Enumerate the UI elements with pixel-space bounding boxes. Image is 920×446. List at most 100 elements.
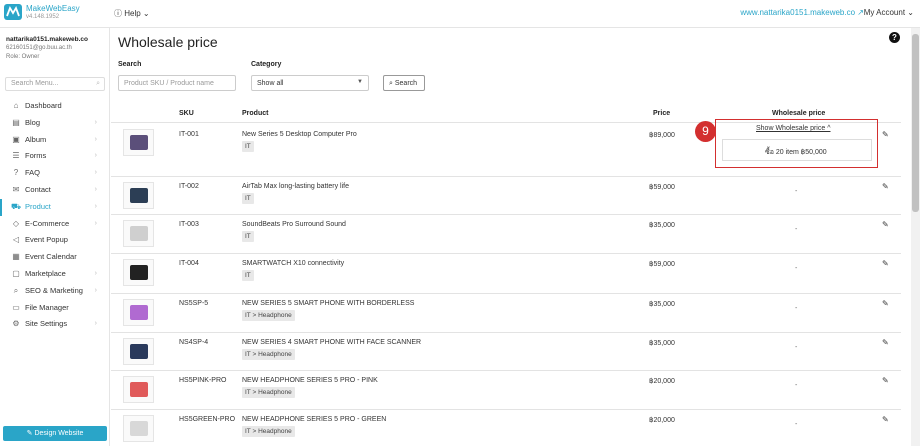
category-tag: IT	[242, 231, 254, 242]
sku-cell: IT-002	[179, 183, 199, 190]
makewebeasy-logo[interactable]	[4, 4, 22, 20]
wholesale-price-cell: -	[795, 344, 798, 351]
chevron-right-icon: ›	[94, 118, 97, 126]
table-row: IT-002 AirTab Max long-lasting battery li…	[111, 176, 901, 214]
wholesale-price-cell: -	[795, 421, 798, 428]
chevron-right-icon: ›	[94, 219, 97, 227]
product-thumbnail[interactable]	[123, 220, 154, 247]
sidebar-item-forms[interactable]: ☰ Forms ›	[0, 148, 110, 165]
edit-icon[interactable]: ✎	[882, 182, 889, 191]
sidebar-item-label: E-Commerce	[25, 218, 70, 228]
user-info: nattarika0151.makeweb.co 62160151@go.buu…	[0, 28, 109, 62]
edit-icon[interactable]: ✎	[882, 259, 889, 268]
document-icon: ▤	[12, 117, 20, 127]
chevron-down-icon: ⌄	[142, 9, 150, 18]
category-select-value: Show all	[257, 80, 284, 87]
sidebar-item-label: File Manager	[25, 302, 69, 312]
product-table: IT-001 New Series 5 Desktop Computer Pro I…	[111, 122, 901, 446]
product-thumbnail[interactable]	[123, 415, 154, 442]
edit-icon[interactable]: ✎	[882, 415, 889, 424]
product-thumbnail[interactable]	[123, 338, 154, 365]
search-menu-placeholder: Search Menu...	[11, 80, 59, 87]
search-button-label: Search	[394, 80, 418, 87]
sidebar-item-product[interactable]: ⛟ Product ›	[0, 198, 110, 216]
product-thumbnail[interactable]	[123, 259, 154, 286]
megaphone-icon: ◁	[12, 235, 20, 245]
category-label: Category	[251, 61, 282, 68]
site-url-link[interactable]: www.nattarika0151.makeweb.co ↗	[740, 8, 864, 17]
user-role: Role: Owner	[6, 54, 40, 60]
sidebar-item-event-popup[interactable]: ◁ Event Popup	[0, 232, 110, 249]
price-cell: ฿35,000	[649, 301, 675, 308]
wholesale-price-cell: -	[795, 265, 798, 272]
edit-icon[interactable]: ✎	[882, 376, 889, 385]
category-tag: IT > Headphone	[242, 426, 295, 437]
column-price: Price	[653, 110, 671, 117]
sidebar: nattarika0151.makeweb.co 62160151@go.buu…	[0, 28, 110, 446]
product-thumbnail[interactable]	[123, 129, 154, 156]
main-content: Wholesale price ? Search Product SKU / P…	[111, 28, 911, 446]
sidebar-item-label: Dashboard	[25, 101, 62, 110]
design-website-button[interactable]: ✎ Design Website	[3, 426, 107, 441]
chevron-right-icon: ›	[94, 169, 97, 177]
sidebar-item-blog[interactable]: ▤ Blog ›	[0, 115, 110, 132]
chevron-right-icon: ›	[94, 202, 97, 210]
sidebar-item-contact[interactable]: ✉ Contact ›	[0, 182, 110, 199]
product-thumbnail[interactable]	[123, 376, 154, 403]
account-menu[interactable]: My Account ⌄	[864, 8, 914, 17]
sidebar-item-site-settings[interactable]: ⚙ Site Settings ›	[0, 316, 110, 333]
product-thumbnail[interactable]	[123, 299, 154, 326]
sidebar-item-label: Event Calendar	[25, 252, 77, 262]
search-icon: ⌕	[13, 285, 19, 295]
question-circle-icon: ⓘ	[114, 9, 122, 18]
chevron-right-icon: ›	[94, 269, 97, 277]
sidebar-item-label: SEO & Marketing	[25, 285, 83, 295]
category-tag: IT > Headphone	[242, 387, 295, 398]
user-email: 62160151@go.buu.ac.th	[6, 45, 72, 51]
brush-icon: ✎	[26, 430, 33, 437]
chevron-right-icon: ›	[94, 185, 97, 193]
edit-icon[interactable]: ✎	[882, 299, 889, 308]
top-bar: MakeWebEasy v4.148.1952 ⓘ Help ⌄ www.nat…	[0, 0, 920, 28]
product-name-cell: NEW SERIES 5 SMART PHONE WITH BORDERLESS	[242, 300, 415, 307]
column-wholesale: Wholesale price	[772, 110, 826, 117]
search-icon: ⌕	[389, 80, 393, 87]
site-url-label: www.nattarika0151.makeweb.co	[740, 8, 856, 17]
show-wholesale-price-link[interactable]: Show Wholesale price ^	[756, 125, 830, 132]
scrollbar[interactable]	[911, 28, 920, 446]
sidebar-item-faq[interactable]: ? FAQ ›	[0, 165, 110, 182]
edit-icon[interactable]: ✎	[882, 338, 889, 347]
search-button[interactable]: ⌕ Search	[383, 75, 425, 91]
help-menu[interactable]: ⓘ Help ⌄	[114, 8, 150, 19]
sidebar-item-dashboard[interactable]: ⌂ Dashboard	[0, 98, 110, 115]
price-cell: ฿35,000	[649, 340, 675, 347]
sidebar-item-file-manager[interactable]: ▭ File Manager	[0, 300, 110, 317]
sidebar-item-label: Site Settings	[25, 319, 68, 329]
scrollbar-thumb[interactable]	[912, 34, 919, 212]
sku-cell: NS4SP-4	[179, 339, 209, 346]
sidebar-item-event-calendar[interactable]: ▦ Event Calendar	[0, 249, 110, 266]
bag-icon: ▢	[12, 268, 20, 278]
sidebar-item-album[interactable]: ▣ Album ›	[0, 132, 110, 149]
product-thumbnail[interactable]	[123, 182, 154, 209]
search-label: Search	[118, 61, 142, 68]
edit-icon[interactable]: ✎	[882, 130, 889, 139]
envelope-icon: ✉	[12, 184, 20, 194]
help-question-icon[interactable]: ?	[889, 32, 900, 43]
product-name-cell: NEW HEADPHONE SERIES 5 PRO - GREEN	[242, 416, 387, 423]
column-product: Product	[242, 110, 269, 117]
category-select[interactable]: Show all ▼	[251, 75, 369, 91]
search-input-placeholder: Product SKU / Product name	[124, 80, 214, 87]
table-row: IT-003 SoundBeats Pro Surround Sound IT ฿35…	[111, 214, 901, 253]
sidebar-item-seo-marketing[interactable]: ⌕ SEO & Marketing ›	[0, 283, 110, 300]
wholesale-price-cell: -	[795, 305, 798, 312]
home-icon: ⌂	[13, 101, 19, 110]
sidebar-item-marketplace[interactable]: ▢ Marketplace ›	[0, 266, 110, 283]
sidebar-item-e-commerce[interactable]: ◇ E-Commerce ›	[0, 216, 110, 233]
table-row: NS4SP-4 NEW SERIES 4 SMART PHONE WITH FAC…	[111, 332, 901, 370]
tag-icon: ◇	[12, 218, 20, 228]
search-menu-input[interactable]: Search Menu... ⌕	[5, 77, 105, 91]
page-title: Wholesale price	[118, 34, 218, 50]
search-input[interactable]: Product SKU / Product name	[118, 75, 236, 91]
edit-icon[interactable]: ✎	[882, 220, 889, 229]
